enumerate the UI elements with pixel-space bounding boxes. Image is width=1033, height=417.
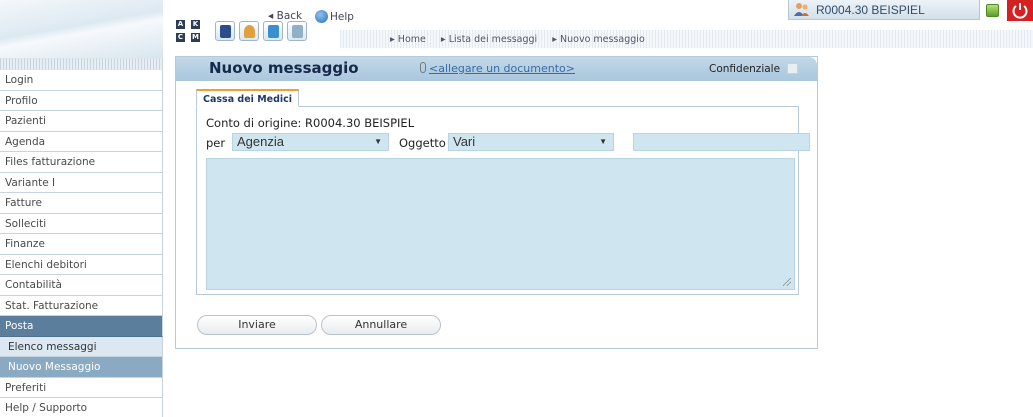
abbrev-m-button[interactable]: M [191, 33, 200, 42]
breadcrumb-lista-messaggi[interactable]: ▸ Lista dei messaggi [441, 34, 543, 45]
page-title: Nuovo messaggio [209, 59, 359, 77]
resize-grip-icon[interactable] [783, 278, 791, 286]
recipient-select[interactable]: Agenzia ▼ [232, 133, 389, 151]
breadcrumb: ▸ Home ▸ Lista dei messaggi ▸ Nuovo mess… [390, 34, 657, 45]
sidebar-item-variante[interactable]: Variante I [0, 172, 163, 193]
user-name: R0004.30 BEISPIEL [816, 3, 925, 17]
sidebar-item-help-supporto[interactable]: Help / Supporto [0, 398, 163, 417]
sidebar-item-elenchi-debitori[interactable]: Elenchi debitori [0, 254, 163, 275]
dropdown-arrow-icon: ▼ [599, 137, 607, 146]
back-label: Back [276, 10, 303, 22]
dropdown-arrow-icon: ▼ [374, 137, 382, 146]
sidebar-item-stat-fatturazione[interactable]: Stat. Fatturazione [0, 295, 163, 316]
sidebar-item-profilo[interactable]: Profilo [0, 90, 163, 111]
breadcrumb-nuovo-messaggio: ▸ Nuovo messaggio [552, 34, 645, 45]
power-icon[interactable] [1007, 0, 1033, 21]
subject-input[interactable] [633, 133, 810, 151]
subject-value: Vari [453, 134, 476, 149]
users-icon [794, 3, 809, 16]
sidebar-item-contabilita[interactable]: Contabilità [0, 275, 163, 296]
back-icon: ◂ [268, 10, 274, 22]
message-form: Conto di origine: R0004.30 BEISPIEL per … [196, 106, 810, 295]
cancel-button[interactable]: Annullare [321, 315, 441, 335]
sidebar-item-preferiti[interactable]: Preferiti [0, 377, 163, 398]
sidebar-item-posta[interactable]: Posta [0, 316, 163, 337]
confidential-label: Confidenziale [709, 63, 781, 75]
panel-header: Nuovo messaggio <allegare un documento> … [176, 57, 817, 81]
sidebar-item-agenda[interactable]: Agenda [0, 131, 163, 152]
attach-label: <allegare un documento> [429, 62, 575, 75]
recipient-label: per [206, 136, 226, 150]
document-icon[interactable] [215, 21, 235, 41]
paperclip-icon [420, 62, 426, 73]
calculator-icon[interactable] [287, 21, 307, 41]
abbrev-k-button[interactable]: K [191, 20, 200, 29]
sidebar-item-solleciti[interactable]: Solleciti [0, 213, 163, 234]
user-box: R0004.30 BEISPIEL [788, 0, 980, 20]
person-icon[interactable] [239, 21, 259, 41]
help-link[interactable]: Help [315, 10, 354, 23]
logo [0, 0, 163, 58]
sidebar: Login Profilo Pazienti Agenda Files fatt… [0, 70, 163, 417]
send-button[interactable]: Inviare [197, 315, 317, 335]
sidebar-item-elenco-messaggi[interactable]: Elenco messaggi [0, 336, 163, 357]
origin-account: Conto di origine: R0004.30 BEISPIEL [206, 116, 415, 130]
breadcrumb-home[interactable]: ▸ Home [390, 34, 432, 45]
sidebar-item-files-fatturazione[interactable]: Files fatturazione [0, 152, 163, 173]
help-label: Help [330, 11, 354, 23]
help-icon [315, 10, 328, 23]
sidebar-item-finanze[interactable]: Finanze [0, 234, 163, 255]
sidebar-item-login[interactable]: Login [0, 70, 163, 91]
confirm-icon[interactable] [986, 4, 999, 17]
recipient-value: Agenzia [237, 134, 284, 149]
abbrev-a-button[interactable]: A [176, 20, 185, 29]
attach-document-link[interactable]: <allegare un documento> [420, 62, 575, 75]
message-textarea[interactable] [206, 158, 795, 290]
sidebar-item-pazienti[interactable]: Pazienti [0, 111, 163, 132]
signature-icon[interactable] [263, 21, 283, 41]
back-link[interactable]: ◂ Back [268, 10, 302, 22]
tab-cassa-dei-medici[interactable]: Cassa dei Medici [196, 89, 300, 107]
subject-label: Oggetto [399, 136, 446, 150]
confidential-checkbox[interactable] [787, 63, 798, 74]
abbrev-c-button[interactable]: C [176, 33, 185, 42]
message-panel: Nuovo messaggio <allegare un documento> … [175, 56, 818, 349]
sidebar-item-nuovo-messaggio[interactable]: Nuovo Messaggio [0, 357, 163, 378]
sidebar-item-fatture[interactable]: Fatture [0, 193, 163, 214]
subject-select[interactable]: Vari ▼ [448, 133, 614, 151]
sidebar-strip [0, 58, 163, 70]
